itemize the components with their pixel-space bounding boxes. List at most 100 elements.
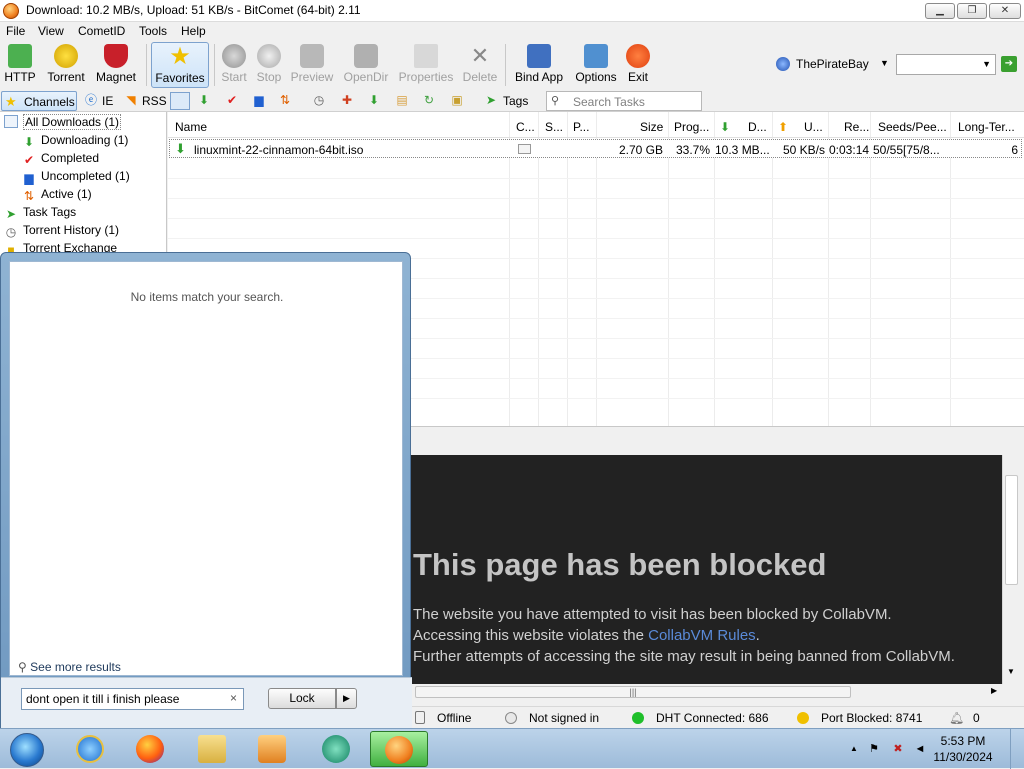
history-icon: ◷: [5, 225, 17, 239]
magnet-button[interactable]: Magnet: [92, 42, 140, 88]
taskbar-explorer[interactable]: [186, 731, 238, 767]
menu-view[interactable]: View: [38, 24, 64, 38]
taskbar-bitcomet[interactable]: [370, 731, 428, 767]
delete-button[interactable]: ✕ Delete: [460, 42, 500, 88]
list-view-button[interactable]: [170, 92, 190, 110]
col-name[interactable]: Name: [175, 120, 207, 134]
refresh-icon[interactable]: ↻: [422, 93, 436, 107]
scroll-right-arrow-icon[interactable]: ▶: [991, 686, 997, 695]
tree-item-task-tags[interactable]: ➤ Task Tags: [4, 205, 76, 223]
show-desktop-button[interactable]: [1010, 729, 1024, 769]
scroll-thumb[interactable]: |||: [415, 686, 851, 698]
chevron-down-icon[interactable]: ▼: [982, 59, 991, 69]
status-signin[interactable]: Not signed in: [529, 711, 599, 725]
status-dht[interactable]: DHT Connected: 686: [656, 711, 769, 725]
col-seeds-peers[interactable]: Seeds/Pee...: [878, 120, 947, 134]
uncompleted-icon[interactable]: ▆: [252, 93, 266, 107]
opendir-button[interactable]: OpenDir: [340, 42, 392, 88]
col-download-speed[interactable]: D...: [748, 120, 767, 134]
restore-button[interactable]: ❐: [957, 3, 987, 19]
ie-button[interactable]: IE: [102, 94, 113, 108]
options-button[interactable]: Options: [572, 42, 620, 88]
see-more-results-link[interactable]: ⚲ See more results: [18, 660, 121, 674]
status-port[interactable]: Port Blocked: 8741: [821, 711, 922, 725]
collabvm-rules-link[interactable]: CollabVM Rules: [648, 627, 756, 644]
channels-button[interactable]: ★ Channels: [1, 91, 77, 111]
network-error-icon[interactable]: ✖: [890, 741, 906, 757]
tree-item-all-downloads[interactable]: All Downloads (1): [4, 114, 122, 133]
volume-icon[interactable]: ◄: [912, 741, 928, 757]
tree-item-uncompleted[interactable]: ▆ Uncompleted (1): [22, 169, 129, 187]
col-remaining[interactable]: Re...: [844, 120, 869, 134]
col-size[interactable]: Size: [640, 120, 663, 134]
tree-item-downloading[interactable]: ⬇ Downloading (1): [22, 133, 128, 151]
close-button[interactable]: ✕: [989, 3, 1021, 19]
rss-button[interactable]: RSS: [142, 94, 167, 108]
col-priority[interactable]: P...: [573, 120, 589, 134]
taskbar-firefox[interactable]: [124, 731, 176, 767]
status-offline[interactable]: Offline: [437, 711, 471, 725]
taskbar-app[interactable]: [310, 731, 362, 767]
action-center-icon[interactable]: ⚑: [866, 741, 882, 757]
clear-search-icon[interactable]: ×: [230, 691, 237, 705]
browser-vertical-scrollbar[interactable]: ▼: [1002, 455, 1020, 684]
exit-button[interactable]: Exit: [622, 42, 654, 88]
download-arrow-icon[interactable]: ⬇: [197, 93, 211, 107]
title-bar: Download: 10.2 MB/s, Upload: 51 KB/s - B…: [0, 0, 1024, 22]
tree-item-active[interactable]: ⇅ Active (1): [22, 187, 92, 205]
go-arrow-icon[interactable]: ➔: [1001, 56, 1017, 72]
stop-button[interactable]: Stop: [253, 42, 285, 88]
torrent-button[interactable]: Torrent: [42, 42, 90, 88]
properties-button[interactable]: Properties: [396, 42, 456, 88]
site-dropdown-icon[interactable]: ▼: [880, 58, 889, 68]
menu-file[interactable]: File: [6, 24, 25, 38]
import-icon[interactable]: ✚: [340, 93, 354, 107]
col-progress[interactable]: Prog...: [674, 120, 709, 134]
active-arrows-icon[interactable]: ⇅: [278, 93, 292, 107]
power-options-arrow-icon[interactable]: ▶: [336, 688, 357, 709]
scroll-thumb[interactable]: [1005, 475, 1018, 585]
taskbar-internet-explorer[interactable]: [64, 731, 116, 767]
secondary-toolbar: ★ Channels ⓔ IE ◥ RSS ⬇ ✔ ▆ ⇅ ◷ ✚ ⬇ ▤ ↻ …: [0, 90, 1024, 112]
firefox-icon: [136, 735, 164, 763]
show-hidden-icons-icon[interactable]: ▲: [846, 741, 862, 757]
export-icon[interactable]: ⬇: [367, 93, 381, 107]
tags-button[interactable]: Tags: [503, 94, 528, 108]
start-button[interactable]: [0, 731, 52, 767]
minimize-button[interactable]: ▁: [925, 3, 955, 19]
col-status[interactable]: S...: [545, 120, 563, 134]
scroll-down-arrow-icon[interactable]: ▼: [1007, 667, 1015, 676]
options-label: Options: [575, 70, 617, 84]
start-search-input[interactable]: dont open it till i finish please ×: [21, 688, 244, 710]
http-button[interactable]: HTTP: [2, 42, 38, 88]
bitcomet-app-icon[interactable]: [3, 3, 19, 19]
menu-help[interactable]: Help: [181, 24, 206, 38]
col-long-term[interactable]: Long-Ter...: [958, 120, 1015, 134]
taskbar-media-player[interactable]: [246, 731, 298, 767]
favorites-button[interactable]: ★ Favorites: [151, 42, 209, 88]
completed-check-icon[interactable]: ✔: [225, 93, 239, 107]
col-category[interactable]: C...: [516, 120, 535, 134]
clipboard-icon[interactable]: ▣: [450, 93, 464, 107]
start-button[interactable]: Start: [218, 42, 250, 88]
tree-item-completed[interactable]: ✔ Completed: [22, 151, 99, 169]
pane-splitter[interactable]: [411, 427, 1024, 455]
col-upload-speed[interactable]: U...: [804, 120, 823, 134]
tree-item-torrent-history[interactable]: ◷ Torrent History (1): [4, 223, 119, 241]
menu-tools[interactable]: Tools: [139, 24, 167, 38]
task-long-term: 6: [1011, 143, 1018, 157]
menu-cometid[interactable]: CometID: [78, 24, 125, 38]
search-tasks-input[interactable]: ⚲ Search Tasks: [546, 91, 702, 111]
history-icon[interactable]: ◷: [312, 93, 326, 107]
all-downloads-icon: [4, 115, 18, 128]
preview-button[interactable]: Preview: [288, 42, 336, 88]
toolbar-separator: [505, 44, 506, 86]
note-icon[interactable]: ▤: [395, 93, 409, 107]
browser-horizontal-scrollbar[interactable]: ||| ▶: [411, 684, 1002, 700]
taskbar-clock[interactable]: 5:53 PM 11/30/2024: [933, 733, 993, 765]
table-row[interactable]: ⬇ linuxmint-22-cinnamon-64bit.iso 2.70 G…: [169, 139, 1022, 158]
bind-app-button[interactable]: Bind App: [510, 42, 568, 88]
site-search-combo[interactable]: ▼: [896, 54, 996, 75]
search-site-label[interactable]: ThePirateBay: [796, 57, 869, 71]
lock-button[interactable]: Lock: [268, 688, 336, 709]
